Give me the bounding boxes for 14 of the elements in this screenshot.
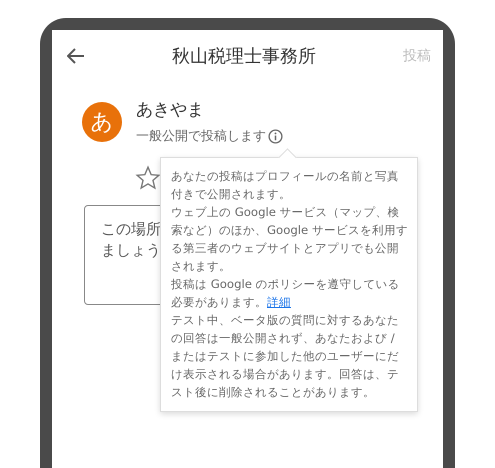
tooltip-text: テスト中、ベータ版の質問に対するあなたの回答は一般公開されず、あなたおよび / またはテストに参加した他のユーザーにだけ表示される場合があります。回答は、テスト後に削除されることがあります。 bbox=[171, 312, 400, 401]
review-placeholder: この場所 bbox=[101, 220, 161, 239]
details-link[interactable]: 詳細 bbox=[267, 295, 291, 309]
review-placeholder: ましょう bbox=[101, 241, 161, 260]
star-icon[interactable] bbox=[135, 165, 161, 191]
tooltip-text: あなたの投稿はプロフィールの名前と写真付きで公開されます。 bbox=[171, 168, 400, 203]
tooltip-text: ウェブ上の Google サービス（マップ、検索など）のほか、Google サービスを利用する第三者のウェブサイトとアプリでも公開されます。 bbox=[171, 204, 409, 275]
visibility-text: 一般公開で投稿します bbox=[136, 128, 266, 145]
info-icon[interactable] bbox=[268, 128, 283, 144]
back-arrow-icon[interactable] bbox=[67, 48, 85, 64]
author-name: あきやま bbox=[136, 99, 205, 121]
tooltip-text: 投稿は Google のポリシーを遵守している必要があります。詳細 bbox=[171, 276, 401, 311]
avatar: あ bbox=[82, 102, 122, 142]
page-title: 秋山税理士事務所 bbox=[171, 45, 317, 68]
